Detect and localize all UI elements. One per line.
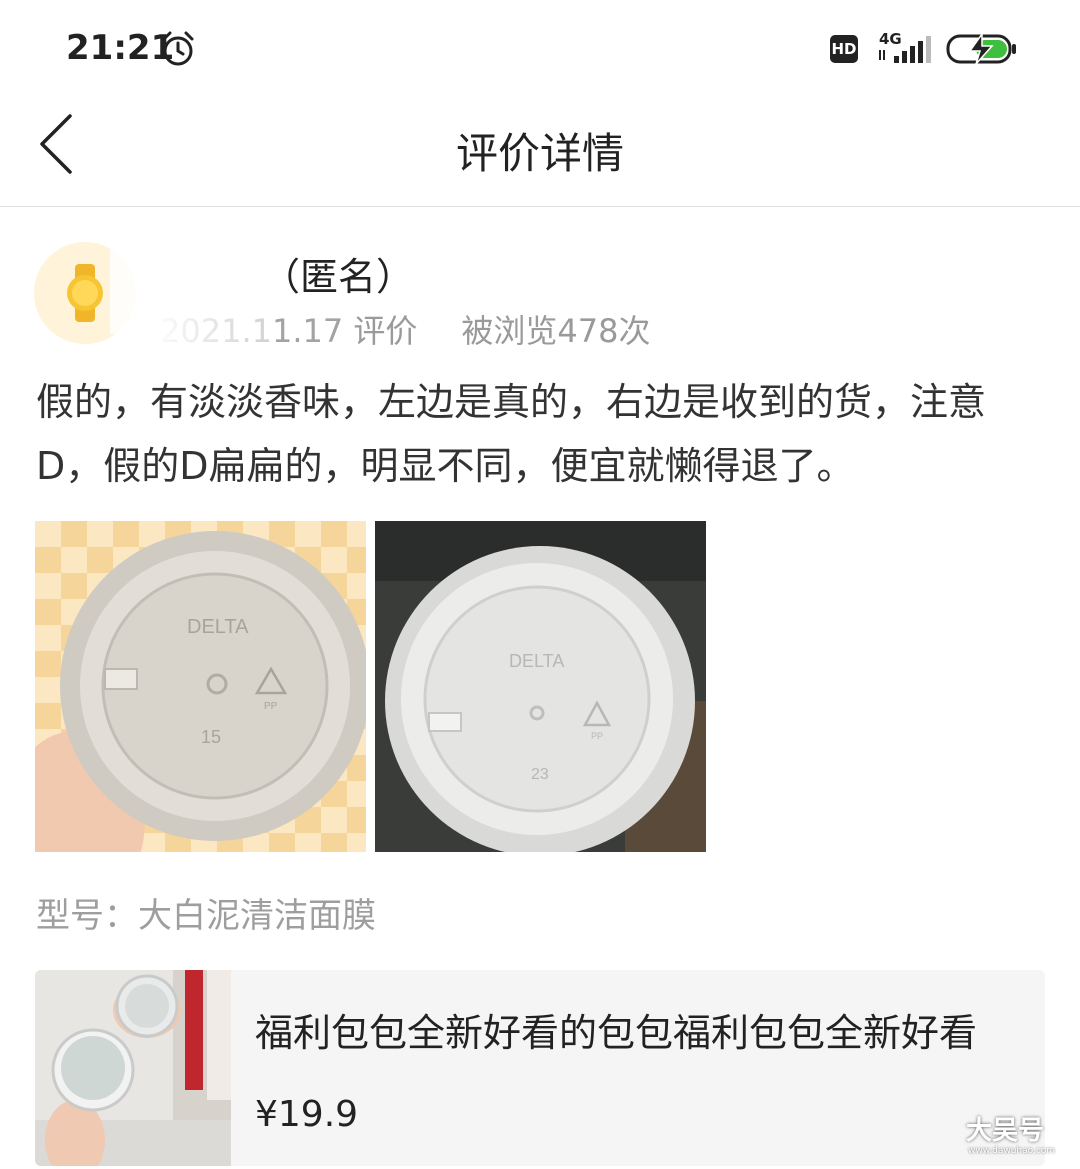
date-blur (160, 306, 270, 350)
nav-bar: 评价详情 (0, 96, 1080, 207)
watermark-url: www.dawuhao.com (968, 1146, 1056, 1156)
lid-brand-text: DELTA (187, 616, 249, 638)
status-time: 21:21 (66, 28, 175, 68)
recycle-code-text: PP (591, 731, 603, 741)
model-label: 型号：大白泥清洁面膜 (36, 896, 376, 936)
product-title: 福利包包全新好看的包包福利包包全新好看 (255, 1011, 978, 1055)
user-name: （匿名） (262, 255, 415, 299)
alarm-clock-icon (162, 31, 194, 66)
lid-number-text: 23 (531, 766, 549, 783)
recycle-code-text: PP (264, 701, 278, 712)
lid-number-text: 15 (201, 727, 221, 747)
product-card[interactable]: 福利包包全新好看的包包福利包包全新好看 ¥19.9 (35, 970, 1045, 1166)
watermark: 大吴号 (966, 1116, 1045, 1146)
battery-charging-icon (946, 32, 1016, 65)
signal-icon (879, 36, 931, 63)
review-photo[interactable]: DELTA 23 PP (375, 521, 706, 852)
hd-badge: HD (830, 35, 858, 63)
page-title: 评价详情 (455, 129, 624, 178)
status-bar: 21:21 HD 4G (0, 0, 1080, 96)
review-photo[interactable]: DELTA 15 PP (35, 521, 366, 852)
lid-brand-text: DELTA (509, 651, 564, 671)
view-count: 被浏览478次 (461, 312, 651, 350)
review-date-suffix: 评价 (343, 312, 418, 350)
review-content: 假的，有淡淡香味，左边是真的，右边是收到的货，注意D，假的D扁扁的，明显不同，便… (36, 380, 987, 488)
product-price: ¥19.9 (255, 1094, 359, 1135)
product-thumbnail (35, 970, 231, 1166)
